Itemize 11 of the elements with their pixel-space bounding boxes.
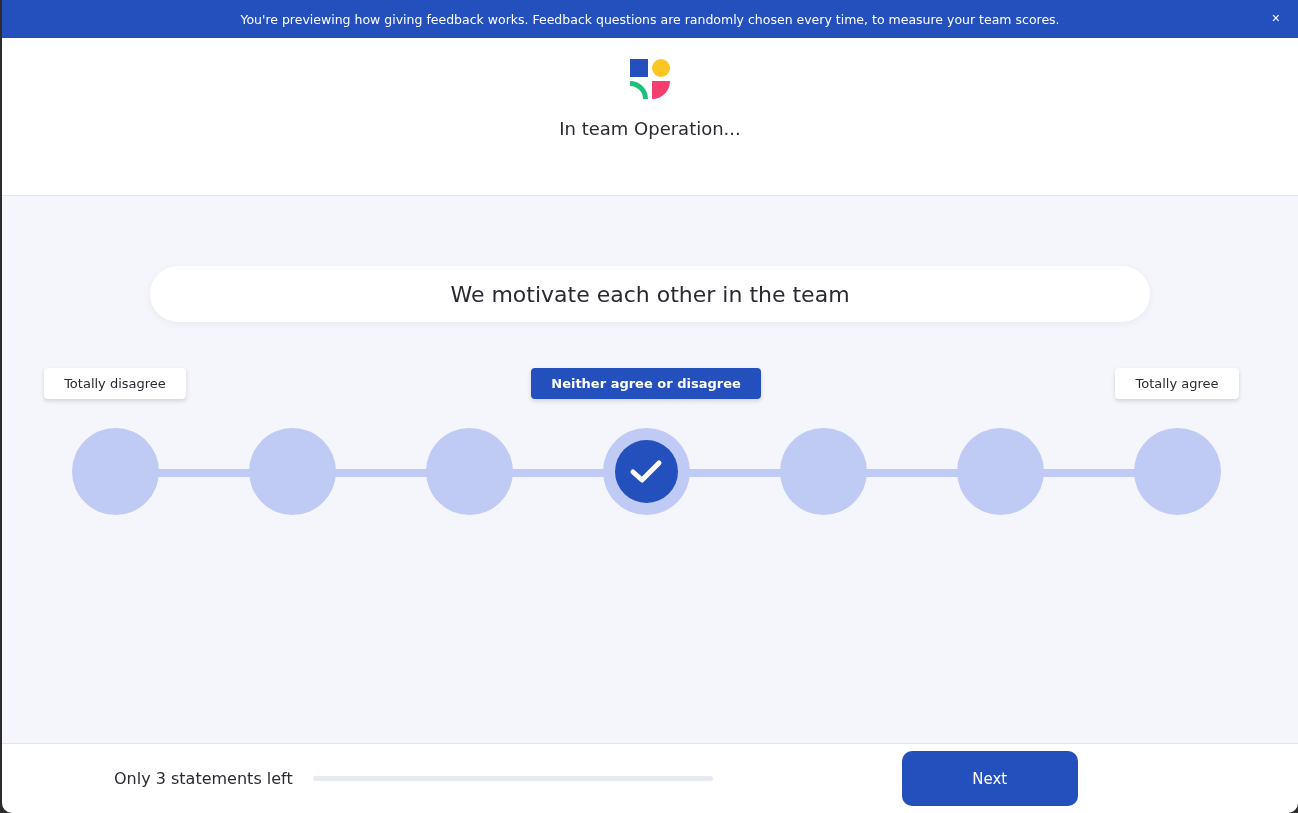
close-button[interactable]: × [1267,10,1284,26]
next-button[interactable]: Next [901,751,1078,806]
logo-icon [629,58,671,100]
statement-text: We motivate each other in the team [150,266,1150,322]
banner-text: You're previewing how giving feedback works. Feedback questions are randomly chosen every time, to measure your team scores. [240,11,1060,27]
scale-label: Totally agree [1115,367,1239,399]
check-icon [614,440,678,503]
remaining-text: Only 3 statements left [114,769,293,788]
scale-label: Totally disagree [44,367,186,399]
scale-label: Neither agree or disagree [531,367,761,399]
team-title: In team Operation... [559,118,741,139]
